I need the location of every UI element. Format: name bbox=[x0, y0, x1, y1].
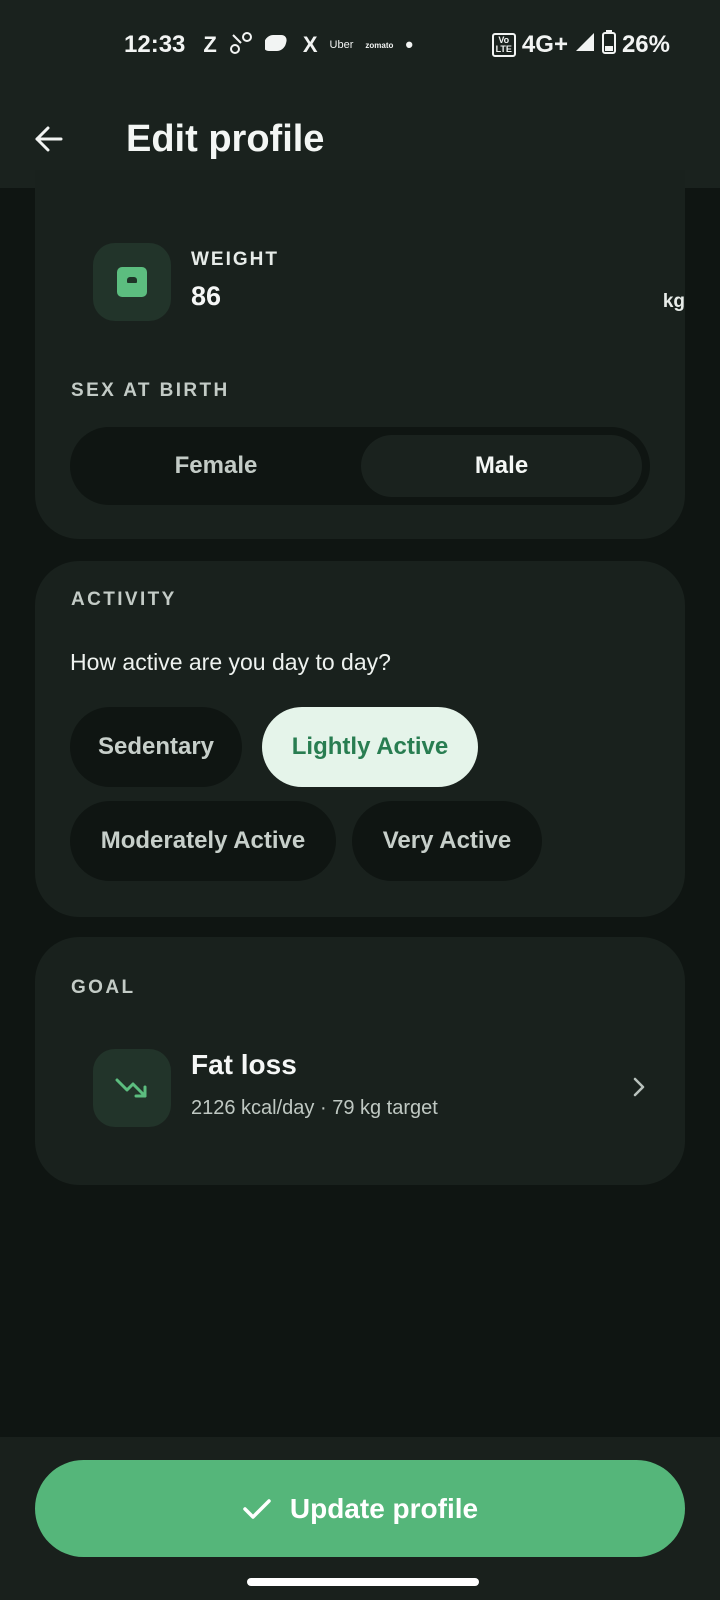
status-bar: 12:33 Z X Uber zomato • Vo LTE 4G+ 26% bbox=[0, 0, 720, 90]
sex-option-male[interactable]: Male bbox=[361, 435, 642, 497]
messaging-app-icon bbox=[263, 32, 291, 58]
battery-percent: 26% bbox=[621, 31, 670, 58]
x-app-icon: X bbox=[302, 32, 318, 57]
zomato-app-icon: zomato bbox=[365, 40, 394, 50]
update-profile-label: Update profile bbox=[289, 1492, 479, 1524]
weight-field[interactable]: WEIGHT 86 kg bbox=[93, 243, 685, 321]
volte-icon: Vo LTE bbox=[491, 33, 516, 57]
goal-card: GOAL Fat loss 2126 kcal/day · 79 kg targ… bbox=[35, 937, 685, 1185]
home-indicator[interactable] bbox=[247, 1578, 479, 1586]
signal-icon bbox=[574, 31, 596, 60]
weight-icon-tile bbox=[93, 243, 171, 321]
chevron-right-icon bbox=[631, 1075, 647, 1104]
goal-row[interactable]: Fat loss 2126 kcal/day · 79 kg target bbox=[93, 1049, 645, 1127]
sex-at-birth-label: SEX AT BIRTH bbox=[71, 380, 230, 401]
body-metrics-card: WEIGHT 86 kg SEX AT BIRTH Female Male bbox=[35, 170, 685, 539]
activity-chip-sedentary[interactable]: Sedentary bbox=[70, 707, 242, 787]
weight-label: WEIGHT bbox=[191, 249, 279, 270]
check-icon bbox=[243, 1498, 271, 1519]
goal-title: Fat loss bbox=[191, 1049, 297, 1080]
activity-question: How active are you day to day? bbox=[70, 649, 391, 675]
update-profile-button[interactable]: Update profile bbox=[35, 1460, 685, 1557]
sex-selector: Female Male bbox=[70, 427, 650, 505]
zepto-app-icon: Z bbox=[203, 32, 217, 57]
trending-down-icon bbox=[115, 1078, 147, 1098]
notification-icons: Z X Uber zomato • bbox=[203, 31, 413, 59]
arrow-left-icon bbox=[35, 126, 63, 152]
goal-subtitle: 2126 kcal/day · 79 kg target bbox=[191, 1097, 438, 1119]
activity-chip-lightly-active[interactable]: Lightly Active bbox=[262, 707, 478, 787]
activity-card: ACTIVITY How active are you day to day? … bbox=[35, 561, 685, 917]
sex-option-female[interactable]: Female bbox=[78, 435, 354, 497]
scissors-app-icon bbox=[229, 31, 253, 59]
more-notifications-dot-icon: • bbox=[405, 32, 414, 57]
uber-app-icon: Uber bbox=[329, 39, 354, 51]
weight-value[interactable]: 86 bbox=[191, 281, 221, 312]
network-type: 4G+ bbox=[521, 31, 568, 58]
status-time: 12:33 bbox=[124, 31, 186, 58]
page-title: Edit profile bbox=[126, 117, 325, 160]
battery-icon bbox=[601, 29, 616, 61]
goal-icon-tile bbox=[93, 1049, 171, 1127]
weight-unit: kg bbox=[662, 291, 685, 312]
activity-chip-moderately-active[interactable]: Moderately Active bbox=[70, 801, 336, 881]
scale-icon bbox=[117, 267, 147, 297]
activity-chip-very-active[interactable]: Very Active bbox=[352, 801, 542, 881]
activity-section-label: ACTIVITY bbox=[71, 589, 177, 610]
goal-section-label: GOAL bbox=[71, 977, 136, 998]
back-button[interactable] bbox=[19, 109, 79, 169]
